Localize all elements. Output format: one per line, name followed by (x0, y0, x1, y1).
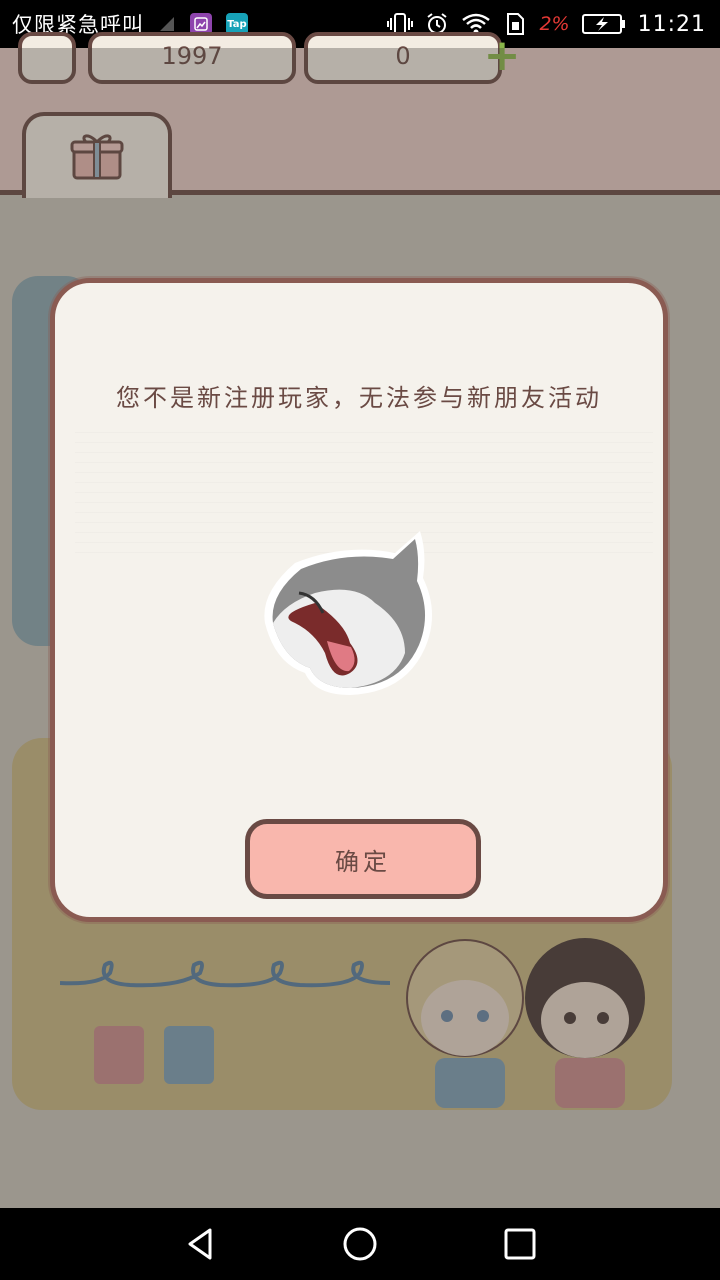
cat-yawn-sticker (264, 531, 433, 695)
clock: 11:21 (637, 11, 706, 37)
battery-icon (581, 14, 625, 34)
back-icon[interactable] (180, 1224, 220, 1264)
home-icon[interactable] (340, 1224, 380, 1264)
no-signal-icon (160, 17, 174, 31)
dialog-message: 您不是新注册玩家，无法参与新朋友活动 (116, 384, 602, 412)
recent-apps-icon[interactable] (500, 1224, 540, 1264)
battery-percent: 2% (539, 13, 570, 35)
notice-dialog: 您不是新注册玩家，无法参与新朋友活动 确定 (50, 278, 668, 922)
confirm-button[interactable]: 确定 (245, 819, 481, 899)
system-nav-bar (0, 1208, 720, 1280)
